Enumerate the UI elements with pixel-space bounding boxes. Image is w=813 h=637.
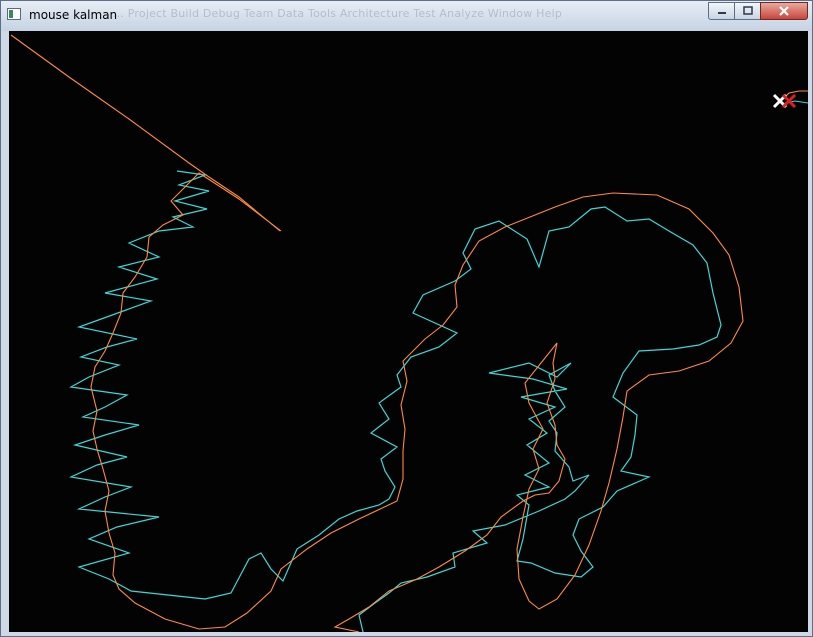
title-bar[interactable]: mouse kalman ... Project Build Debug Tea… bbox=[1, 1, 812, 31]
app-window: mouse kalman ... Project Build Debug Tea… bbox=[0, 0, 813, 637]
measured-mouse-path bbox=[68, 170, 722, 632]
close-button[interactable] bbox=[760, 2, 808, 20]
minimize-icon bbox=[717, 12, 726, 14]
close-icon bbox=[779, 6, 789, 16]
window-title: mouse kalman bbox=[29, 8, 118, 22]
minimize-button[interactable] bbox=[708, 2, 735, 20]
drawing-canvas[interactable] bbox=[9, 31, 808, 632]
app-window-icon bbox=[7, 8, 21, 20]
initial-diagonal-streak bbox=[10, 34, 281, 232]
trajectory-plot bbox=[10, 34, 808, 632]
kalman-filtered-path bbox=[90, 172, 744, 632]
maximize-button[interactable] bbox=[734, 2, 761, 20]
maximize-icon bbox=[742, 6, 753, 15]
background-menu-ghost: ... Project Build Debug Team Data Tools … bbox=[113, 7, 563, 20]
